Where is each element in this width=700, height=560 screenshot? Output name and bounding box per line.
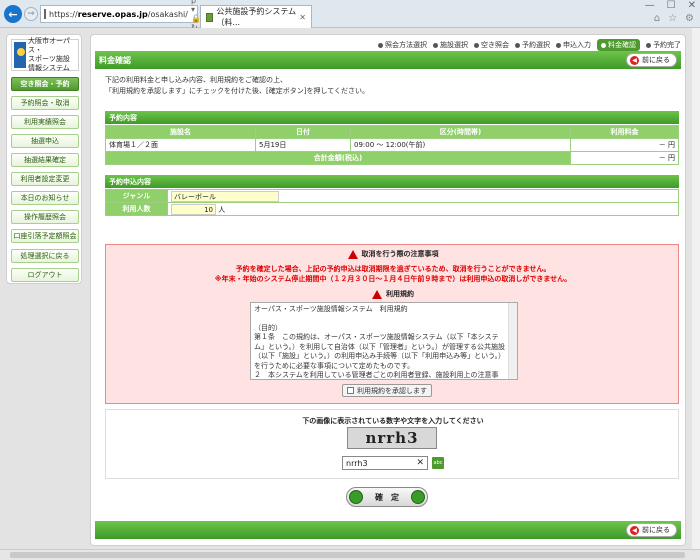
logo-text: 大阪市オーパス・ スポーツ施設 情報システム: [28, 37, 70, 72]
facility-section-header: 予約内容: [105, 111, 679, 124]
genre-field[interactable]: バレーボール: [171, 190, 279, 202]
browser-tools: ⌂ ☆ ⚙: [654, 13, 694, 24]
intro-text: 下記の利用料金と申し込み内容、利用規約をご確認の上、 「利用規約を承認します」に…: [105, 76, 370, 95]
sidebar-item-reservation-inquiry[interactable]: 予約照会・取消: [11, 96, 79, 110]
step-reservation-select: 予約選択: [515, 39, 550, 51]
back-button-top[interactable]: ◀ 前に戻る: [626, 53, 677, 67]
sidebar-menu: 空き照会・予約 予約照会・取消 利用実績照会 抽選申込 抽選結果確定 利用者設定…: [11, 77, 79, 287]
col-header-fee: 利用料金: [570, 125, 679, 139]
sidebar-item-user-settings[interactable]: 利用者設定変更: [11, 172, 79, 186]
total-label: 合計金額(税込): [105, 151, 571, 165]
vertical-scrollbar[interactable]: [692, 28, 700, 549]
back-button-bottom[interactable]: ◀ 前に戻る: [626, 523, 677, 537]
total-row: 合計金額(税込) － 円: [105, 151, 679, 165]
col-header-slot: 区分(時間帯): [350, 125, 571, 139]
rules-scrollbar[interactable]: [508, 303, 517, 379]
site-logo[interactable]: 大阪市オーパス・ スポーツ施設 情報システム: [11, 37, 79, 72]
col-header-facility: 施設名: [105, 125, 256, 139]
sidebar-item-lottery-apply[interactable]: 抽選申込: [11, 134, 79, 148]
sidebar-item-debit-inquiry[interactable]: 口座引落予定額照会: [11, 229, 79, 243]
rules-title: 利用規約: [106, 289, 680, 299]
horizontal-scrollbar[interactable]: [0, 549, 700, 560]
col-header-date: 日付: [255, 125, 351, 139]
captcha-input[interactable]: nrrh3 ✕: [342, 456, 428, 470]
sidebar-item-lottery-result[interactable]: 抽選結果確定: [11, 153, 79, 167]
url-text: https://reserve.opas.jp/osakashi/: [49, 9, 188, 19]
count-unit: 人: [218, 205, 226, 214]
step-complete: 予約完了: [646, 39, 681, 51]
abc-keyboard-icon[interactable]: abc: [432, 457, 444, 469]
close-tab-icon[interactable]: ✕: [299, 13, 306, 22]
cancellation-notice: 取消を行う際の注意事項 予約を確定した場合、上記の予約申込は取消期限を過ぎている…: [105, 244, 679, 404]
confirm-right-icon: [411, 490, 425, 504]
page-title-bar: 料金確認 ◀ 前に戻る: [95, 51, 681, 69]
page-background: 大阪市オーパス・ スポーツ施設 情報システム 空き照会・予約 予約照会・取消 利用実…: [0, 28, 692, 549]
rules-textarea[interactable]: オーパス・スポーツ施設情報システム 利用規約 （目的） 第１条 この規約は、オー…: [250, 302, 518, 380]
cell-facility: 体育場１／２面: [105, 138, 256, 152]
sidebar-item-operation-log[interactable]: 操作履歴照会: [11, 210, 79, 224]
sidebar-item-availability[interactable]: 空き照会・予約: [11, 77, 79, 91]
browser-tab[interactable]: 公共施設予約システム（料... ✕: [200, 5, 312, 28]
cell-fee: － 円: [570, 138, 679, 152]
settings-gear-icon[interactable]: ⚙: [685, 13, 694, 24]
back-circle-icon: ◀: [630, 55, 639, 65]
total-value: － 円: [570, 151, 679, 165]
scroll-thumb[interactable]: [10, 552, 685, 558]
logo-mark-icon: [14, 42, 27, 68]
facility-table: 施設名 日付 区分(時間帯) 利用料金 体育場１／２面 5月19日 09:00 …: [105, 125, 679, 165]
page-icon: [44, 9, 46, 19]
sidebar-item-back-to-menu[interactable]: 処理選択に戻る: [11, 249, 79, 263]
application-table: ジャンル バレーボール 利用人数 10 人: [105, 189, 679, 216]
sidebar-item-today-news[interactable]: 本日のお知らせ: [11, 191, 79, 205]
agree-rules-checkbox[interactable]: 利用規約を承認します: [342, 384, 432, 397]
page-title: 料金確認: [99, 55, 131, 65]
captcha-section: 下の画像に表示されている数字や文字を入力してください nrrh3 nrrh3 ✕…: [105, 409, 679, 479]
notice-warning-text: 予約を確定した場合、上記の予約申込は取消期限を過ぎているため、取消を行うことがで…: [214, 265, 572, 283]
browser-toolbar: ← → https://reserve.opas.jp/osakashi/ ρ …: [0, 0, 700, 32]
back-arrow-icon[interactable]: ←: [4, 5, 22, 23]
confirm-left-icon: [349, 490, 363, 504]
step-facility: 施設選択: [433, 39, 468, 51]
address-bar[interactable]: https://reserve.opas.jp/osakashi/ ρ ▾ 🔒 …: [40, 0, 201, 32]
clear-input-icon[interactable]: ✕: [416, 458, 424, 468]
application-section-header: 予約申込内容: [105, 175, 679, 188]
count-field[interactable]: 10: [171, 203, 216, 215]
notice-title: 取消を行う際の注意事項: [106, 249, 680, 259]
minimize-icon[interactable]: —: [645, 0, 655, 11]
forward-arrow-icon[interactable]: →: [24, 7, 38, 21]
count-label: 利用人数: [105, 202, 168, 216]
back-circle-icon: ◀: [630, 525, 639, 535]
sidebar-item-logout[interactable]: ログアウト: [11, 268, 79, 282]
warning-icon: [372, 289, 382, 299]
sidebar-item-usage-history[interactable]: 利用実績照会: [11, 115, 79, 129]
captcha-image: nrrh3: [347, 427, 437, 449]
home-icon[interactable]: ⌂: [654, 13, 660, 24]
favicon-icon: [206, 12, 214, 22]
checkbox-icon: [347, 387, 354, 394]
close-window-icon[interactable]: ✕: [688, 0, 696, 11]
step-fee-confirm: 料金確認: [597, 39, 640, 51]
table-row: 体育場１／２面 5月19日 09:00 ～ 12:00(午前) － 円: [105, 138, 679, 152]
step-availability: 空き照会: [474, 39, 509, 51]
tab-title: 公共施設予約システム（料...: [216, 7, 297, 27]
sidebar: 大阪市オーパス・ スポーツ施設 情報システム 空き照会・予約 予約照会・取消 利用実…: [6, 34, 82, 284]
genre-label: ジャンル: [105, 189, 168, 203]
window-controls: — ☐ ✕: [645, 0, 696, 11]
maximize-icon[interactable]: ☐: [667, 0, 676, 11]
footer-bar: ◀ 前に戻る: [95, 521, 681, 539]
step-application-input: 申込入力: [556, 39, 591, 51]
cell-slot: 09:00 ～ 12:00(午前): [350, 138, 571, 152]
warning-icon: [347, 249, 358, 259]
main-content: 照会方法選択 施設選択 空き照会 予約選択 申込入力 料金確認 予約完了 料金確…: [90, 34, 686, 546]
progress-steps: 照会方法選択 施設選択 空き照会 予約選択 申込入力 料金確認 予約完了: [91, 39, 681, 51]
favorites-star-icon[interactable]: ☆: [668, 13, 677, 24]
cell-date: 5月19日: [255, 138, 351, 152]
confirm-button[interactable]: 確 定: [346, 487, 428, 507]
step-method: 照会方法選択: [378, 39, 427, 51]
captcha-label: 下の画像に表示されている数字や文字を入力してください: [302, 417, 484, 425]
